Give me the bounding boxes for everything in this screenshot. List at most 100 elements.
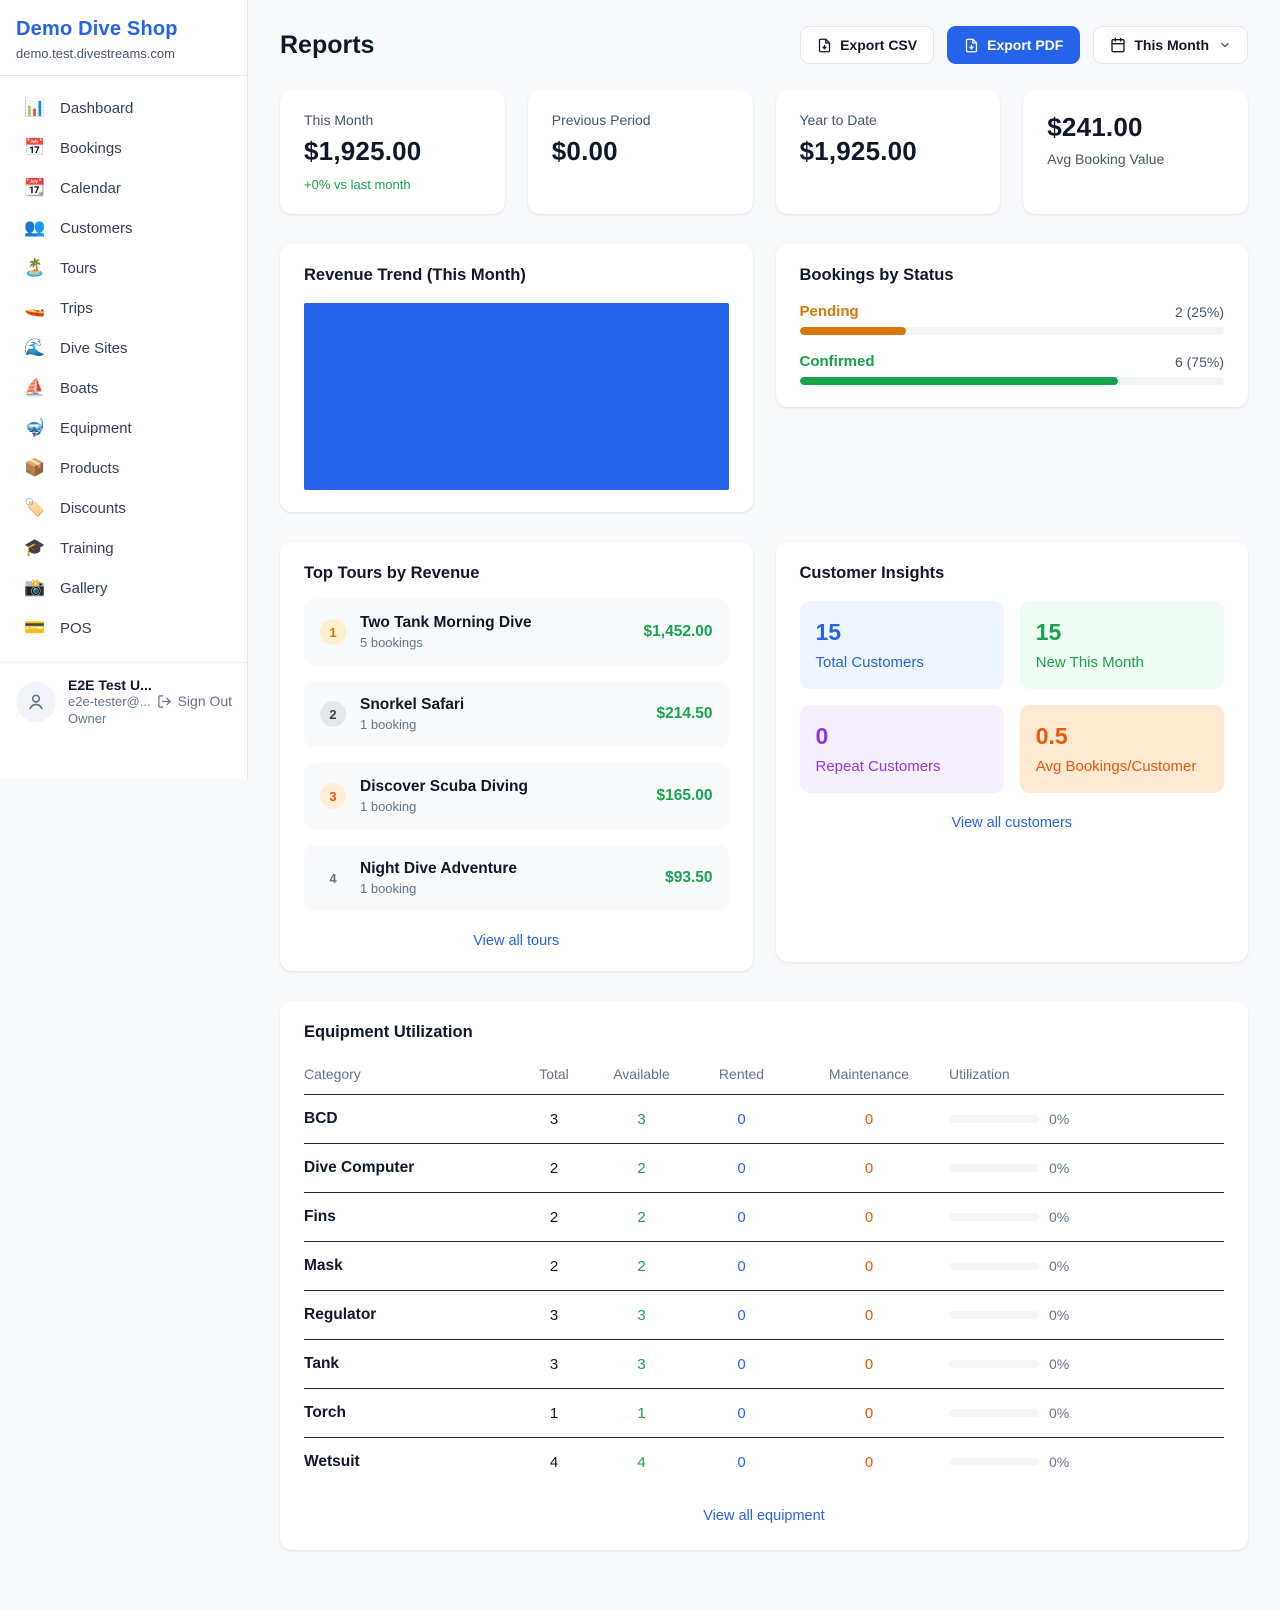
period-dropdown[interactable]: This Month bbox=[1093, 26, 1248, 64]
bar-chart-icon: 📊 bbox=[24, 98, 46, 118]
utilization-track bbox=[949, 1115, 1039, 1123]
equipment-table: Category Total Available Rented Maintena… bbox=[304, 1056, 1224, 1486]
sidebar-item-pos[interactable]: 💳 POS bbox=[8, 608, 239, 648]
main-content: Reports Export CSV Export PDF bbox=[248, 0, 1280, 1590]
cell-total: 2 bbox=[519, 1242, 589, 1291]
tour-list-item: 1 Two Tank Morning Dive 5 bookings $1,45… bbox=[304, 599, 729, 665]
tour-name: Discover Scuba Diving bbox=[360, 778, 528, 795]
view-all-equipment-link[interactable]: View all equipment bbox=[304, 1508, 1224, 1524]
export-csv-button[interactable]: Export CSV bbox=[800, 26, 934, 64]
sidebar-item-trips[interactable]: 🚤 Trips bbox=[8, 288, 239, 328]
cell-category: Tank bbox=[304, 1340, 519, 1389]
tile-label: New This Month bbox=[1036, 654, 1208, 671]
status-row-confirmed: Confirmed 6 (75%) bbox=[800, 353, 1225, 385]
stat-value: $241.00 bbox=[1047, 112, 1224, 143]
sidebar-item-discounts[interactable]: 🏷️ Discounts bbox=[8, 488, 239, 528]
shop-name: Demo Dive Shop bbox=[16, 18, 231, 41]
utilization-cell: 0% bbox=[949, 1160, 1224, 1176]
cell-available: 4 bbox=[589, 1438, 694, 1487]
cell-maintenance: 0 bbox=[789, 1242, 949, 1291]
tile-label: Total Customers bbox=[816, 654, 988, 671]
cell-category: Dive Computer bbox=[304, 1144, 519, 1193]
cell-maintenance: 0 bbox=[789, 1095, 949, 1144]
status-row-pending: Pending 2 (25%) bbox=[800, 303, 1225, 335]
cell-total: 3 bbox=[519, 1095, 589, 1144]
cell-category: Fins bbox=[304, 1193, 519, 1242]
equipment-utilization-title: Equipment Utilization bbox=[304, 1023, 1224, 1042]
stat-value: $1,925.00 bbox=[304, 136, 481, 167]
sidebar-item-gallery[interactable]: 📸 Gallery bbox=[8, 568, 239, 608]
tile-value: 0 bbox=[816, 723, 988, 750]
rank-badge: 2 bbox=[320, 701, 346, 727]
export-pdf-button[interactable]: Export PDF bbox=[947, 26, 1080, 64]
file-download-icon bbox=[964, 38, 979, 53]
insight-tiles: 15 Total Customers 15 New This Month 0 R… bbox=[800, 601, 1225, 793]
column-header: Category bbox=[304, 1056, 519, 1095]
sidebar-item-label: Dashboard bbox=[60, 100, 133, 117]
utilization-track bbox=[949, 1262, 1039, 1270]
sidebar-item-tours[interactable]: 🏝️ Tours bbox=[8, 248, 239, 288]
table-row: Wetsuit 4 4 0 0 0% bbox=[304, 1438, 1224, 1487]
sidebar-item-training[interactable]: 🎓 Training bbox=[8, 528, 239, 568]
insight-tile-avg-bookings: 0.5 Avg Bookings/Customer bbox=[1020, 705, 1224, 793]
utilization-cell: 0% bbox=[949, 1307, 1224, 1323]
revenue-trend-title: Revenue Trend (This Month) bbox=[304, 266, 729, 285]
sidebar-nav: 📊 Dashboard 📅 Bookings 📆 Calendar 👥 Cust… bbox=[0, 76, 247, 654]
sidebar-item-equipment[interactable]: 🤿 Equipment bbox=[8, 408, 239, 448]
sidebar: Demo Dive Shop demo.test.divestreams.com… bbox=[0, 0, 248, 779]
stats-row: This Month $1,925.00 +0% vs last month P… bbox=[280, 90, 1248, 214]
sidebar-item-calendar[interactable]: 📆 Calendar bbox=[8, 168, 239, 208]
sidebar-item-boats[interactable]: ⛵ Boats bbox=[8, 368, 239, 408]
sign-out-button[interactable]: Sign Out bbox=[157, 693, 232, 709]
utilization-track bbox=[949, 1213, 1039, 1221]
period-label: This Month bbox=[1134, 37, 1209, 53]
utilization-track bbox=[949, 1458, 1039, 1466]
cell-total: 3 bbox=[519, 1340, 589, 1389]
cell-category: Mask bbox=[304, 1242, 519, 1291]
table-row: Torch 1 1 0 0 0% bbox=[304, 1389, 1224, 1438]
view-all-customers-link[interactable]: View all customers bbox=[800, 815, 1225, 831]
stat-value: $1,925.00 bbox=[800, 136, 977, 167]
cell-maintenance: 0 bbox=[789, 1193, 949, 1242]
cell-available: 2 bbox=[589, 1193, 694, 1242]
table-row: Regulator 3 3 0 0 0% bbox=[304, 1291, 1224, 1340]
sidebar-item-label: Discounts bbox=[60, 500, 126, 517]
progress-fill bbox=[800, 377, 1118, 385]
sidebar-item-dashboard[interactable]: 📊 Dashboard bbox=[8, 88, 239, 128]
calendar-date-icon: 📅 bbox=[24, 138, 46, 158]
utilization-percent: 0% bbox=[1049, 1111, 1069, 1127]
progress-track bbox=[800, 327, 1225, 335]
tour-bookings: 1 booking bbox=[360, 881, 651, 896]
sidebar-item-label: Dive Sites bbox=[60, 340, 128, 357]
cell-total: 2 bbox=[519, 1193, 589, 1242]
table-row: Dive Computer 2 2 0 0 0% bbox=[304, 1144, 1224, 1193]
sidebar-item-dive-sites[interactable]: 🌊 Dive Sites bbox=[8, 328, 239, 368]
utilization-track bbox=[949, 1311, 1039, 1319]
tear-off-calendar-icon: 📆 bbox=[24, 178, 46, 198]
cell-total: 1 bbox=[519, 1389, 589, 1438]
cell-total: 4 bbox=[519, 1438, 589, 1487]
cell-maintenance: 0 bbox=[789, 1291, 949, 1340]
status-label: Pending bbox=[800, 303, 859, 320]
status-count: 6 (75%) bbox=[1175, 354, 1224, 370]
view-all-tours-link[interactable]: View all tours bbox=[304, 911, 729, 949]
equipment-utilization-card: Equipment Utilization Category Total Ava… bbox=[280, 1001, 1248, 1550]
utilization-percent: 0% bbox=[1049, 1307, 1069, 1323]
tour-list-item: 2 Snorkel Safari 1 booking $214.50 bbox=[304, 681, 729, 747]
rank-badge: 4 bbox=[320, 865, 346, 891]
tile-value: 15 bbox=[1036, 619, 1208, 646]
utilization-cell: 0% bbox=[949, 1405, 1224, 1421]
cell-available: 2 bbox=[589, 1242, 694, 1291]
wave-icon: 🌊 bbox=[24, 338, 46, 358]
utilization-cell: 0% bbox=[949, 1209, 1224, 1225]
shop-domain: demo.test.divestreams.com bbox=[16, 46, 231, 61]
sidebar-item-bookings[interactable]: 📅 Bookings bbox=[8, 128, 239, 168]
sidebar-item-customers[interactable]: 👥 Customers bbox=[8, 208, 239, 248]
shop-logo-block: Demo Dive Shop demo.test.divestreams.com bbox=[0, 0, 247, 75]
sidebar-item-products[interactable]: 📦 Products bbox=[8, 448, 239, 488]
page-header: Reports Export CSV Export PDF bbox=[280, 26, 1248, 64]
cell-total: 3 bbox=[519, 1291, 589, 1340]
charts-row: Revenue Trend (This Month) Bookings by S… bbox=[280, 244, 1248, 512]
tour-name: Night Dive Adventure bbox=[360, 860, 517, 877]
table-row: Fins 2 2 0 0 0% bbox=[304, 1193, 1224, 1242]
